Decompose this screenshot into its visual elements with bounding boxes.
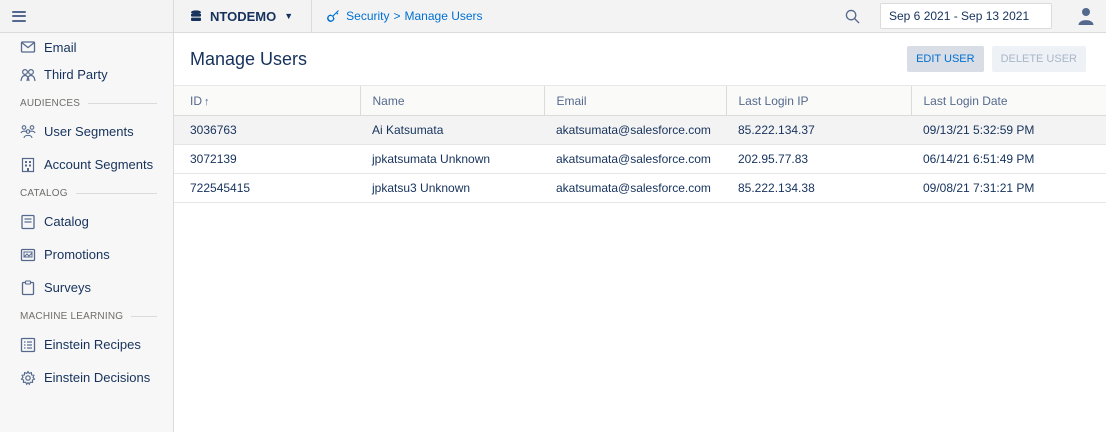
top-bar: NTODEMO ▼ Security > Manage Users Sep 6 … (174, 0, 1106, 33)
handshake-icon (20, 67, 36, 83)
list-icon (20, 337, 36, 353)
section-audiences: AUDIENCES (0, 91, 173, 115)
cell-id: 3036763 (174, 115, 360, 145)
sidebar-item-label: Surveys (44, 280, 91, 295)
cell-email: akatsumata@salesforce.com (544, 173, 726, 203)
sidebar-item-einstein-recipes[interactable]: Einstein Recipes (0, 328, 173, 361)
section-title: MACHINE LEARNING (20, 310, 124, 322)
sidebar-item-email[interactable]: Email (0, 36, 173, 58)
sidebar-header (0, 0, 173, 33)
section-catalog: CATALOG (0, 181, 173, 205)
cell-email: akatsumata@salesforce.com (544, 144, 726, 174)
column-header-id[interactable]: ID ↑ (174, 85, 360, 116)
sidebar-item-user-segments[interactable]: User Segments (0, 115, 173, 148)
section-title: CATALOG (20, 187, 68, 199)
sidebar-item-label: Einstein Recipes (44, 337, 141, 352)
table-row[interactable]: 3072139 jpkatsumata Unknown akatsumata@s… (174, 144, 1106, 174)
sidebar-item-label: Email (44, 39, 77, 55)
sidebar-item-label: Third Party (44, 67, 108, 82)
cell-ip: 85.222.134.38 (726, 173, 911, 203)
column-header-last-login-date[interactable]: Last Login Date (910, 85, 1106, 116)
sidebar-item-label: Einstein Decisions (44, 370, 151, 385)
users-table: ID ↑ Name Email Last Login IP Last Login … (174, 85, 1106, 203)
table-row[interactable]: 3036763 Ai Katsumata akatsumata@salesfor… (174, 115, 1106, 145)
key-icon (327, 10, 340, 22)
sidebar-item-einstein-decisions[interactable]: Einstein Decisions (0, 361, 173, 394)
date-range-value: Sep 6 2021 - Sep 13 2021 (889, 9, 1030, 23)
gear-icon (20, 369, 36, 386)
sidebar-item-label: Account Segments (44, 157, 154, 172)
search-icon (845, 9, 860, 24)
sidebar: Email Third Party AUDIENCES User Segment… (0, 0, 174, 432)
caret-down-icon: ▼ (284, 11, 294, 21)
main-content: Manage Users EDIT USER DELETE USER ID ↑ N… (174, 33, 1106, 432)
date-range-picker[interactable]: Sep 6 2021 - Sep 13 2021 (880, 3, 1052, 29)
cell-date: 09/13/21 5:32:59 PM (911, 115, 1106, 145)
cell-ip: 202.95.77.83 (726, 144, 911, 174)
mail-icon (20, 39, 36, 55)
section-title: AUDIENCES (20, 97, 81, 109)
section-machine-learning: MACHINE LEARNING (0, 304, 173, 328)
users-icon (20, 124, 36, 140)
page-header: Manage Users EDIT USER DELETE USER (174, 33, 1106, 85)
breadcrumb-security-link[interactable]: Security (346, 9, 389, 23)
sidebar-item-label: Catalog (44, 214, 89, 229)
sidebar-item-label: User Segments (44, 124, 134, 139)
org-switcher[interactable]: NTODEMO ▼ (174, 0, 293, 32)
page-title: Manage Users (190, 48, 308, 69)
table-header-row: ID ↑ Name Email Last Login IP Last Login … (174, 85, 1106, 116)
cell-name: Ai Katsumata (360, 115, 544, 145)
user-avatar[interactable] (1072, 2, 1100, 30)
sidebar-item-account-segments[interactable]: Account Segments (0, 148, 173, 181)
cell-id: 3072139 (174, 144, 360, 174)
sidebar-item-third-party[interactable]: Third Party (0, 58, 173, 91)
breadcrumb: Security > Manage Users (311, 0, 483, 32)
table-row[interactable]: 722545415 jpkatsu3 Unknown akatsumata@sa… (174, 173, 1106, 203)
sidebar-item-promotions[interactable]: Promotions (0, 238, 173, 271)
promotions-icon (20, 247, 36, 263)
cell-email: akatsumata@salesforce.com (544, 115, 726, 145)
cell-date: 09/08/21 7:31:21 PM (911, 173, 1106, 203)
cell-date: 06/14/21 6:51:49 PM (911, 144, 1106, 174)
catalog-icon (20, 214, 36, 230)
clipboard-icon (20, 279, 36, 296)
breadcrumb-current[interactable]: Manage Users (405, 9, 483, 23)
cell-name: jpkatsu3 Unknown (360, 173, 544, 203)
column-header-last-login-ip[interactable]: Last Login IP (725, 85, 911, 116)
database-icon (191, 10, 201, 21)
cell-id: 722545415 (174, 173, 360, 203)
hamburger-menu-icon[interactable] (12, 10, 26, 22)
building-icon (20, 157, 36, 173)
sidebar-item-surveys[interactable]: Surveys (0, 271, 173, 304)
delete-user-button[interactable]: DELETE USER (991, 46, 1086, 72)
cell-name: jpkatsumata Unknown (360, 144, 544, 174)
org-name: NTODEMO (210, 8, 277, 24)
sort-ascending-icon: ↑ (204, 95, 210, 108)
sidebar-item-catalog[interactable]: Catalog (0, 205, 173, 238)
cell-ip: 85.222.134.37 (726, 115, 911, 145)
column-header-name[interactable]: Name (359, 85, 544, 116)
edit-user-button[interactable]: EDIT USER (907, 46, 984, 72)
user-icon (1078, 8, 1094, 25)
sidebar-item-label: Promotions (44, 247, 110, 262)
breadcrumb-separator: > (393, 9, 401, 23)
column-header-email[interactable]: Email (543, 85, 726, 116)
search-button[interactable] (838, 2, 866, 30)
action-buttons: EDIT USER DELETE USER (907, 46, 1086, 72)
